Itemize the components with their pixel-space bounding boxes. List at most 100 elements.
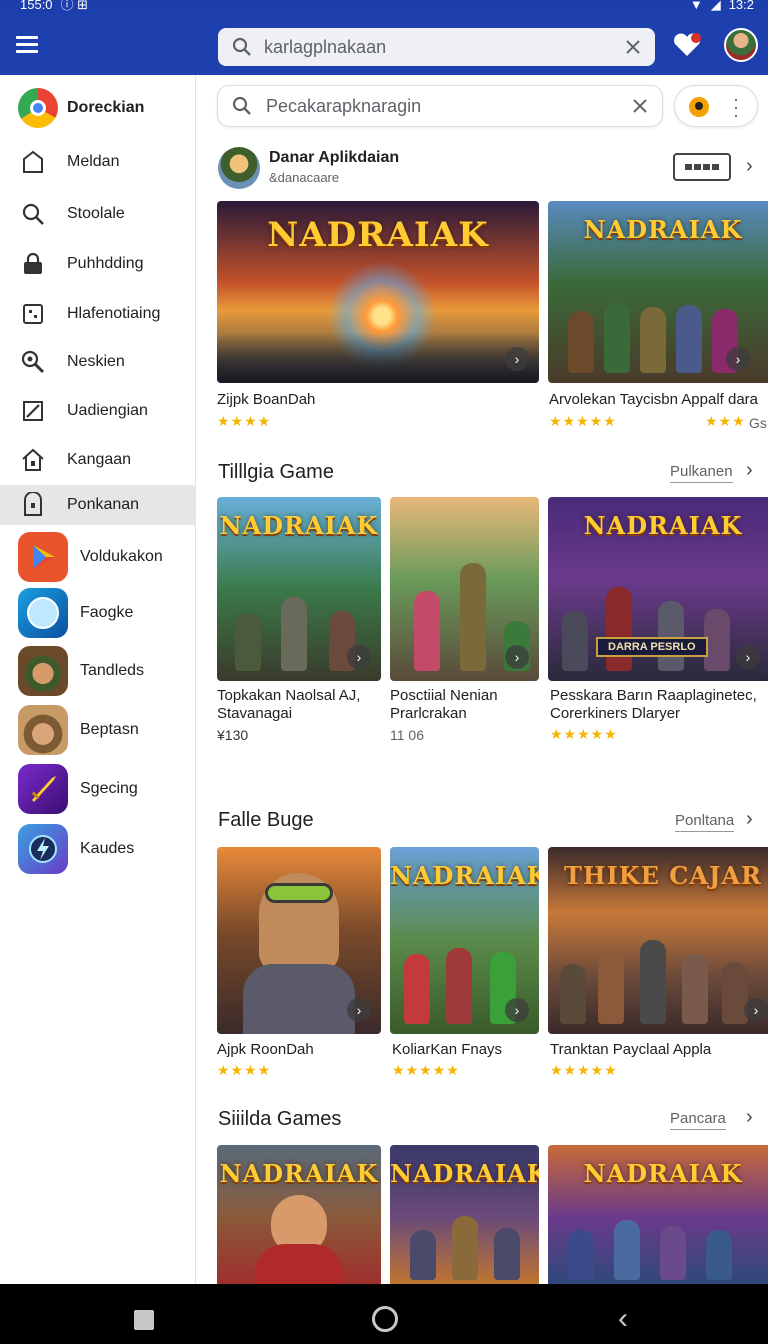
rating-text: ¥130: [217, 727, 249, 743]
play-icon[interactable]: ›: [347, 998, 371, 1022]
top-search-input[interactable]: karlagplnakaan: [264, 37, 625, 58]
game-logo: NADRAIAK: [267, 215, 489, 255]
wishlist-heart-icon[interactable]: [672, 32, 702, 58]
game-card[interactable]: NADRAIAK DARRA PESRLO ›: [548, 497, 768, 681]
sidebar-item-meldan[interactable]: Meldan: [0, 141, 196, 183]
card-subtitle: Corerkiners Dlaryer: [550, 705, 681, 722]
calendar-icon: [23, 304, 43, 324]
sidebar-item-puhhdding[interactable]: Puhhdding: [0, 243, 196, 285]
grid-view-icon[interactable]: [673, 153, 731, 181]
rating-stars: ★★★★★: [392, 1062, 460, 1078]
badge-icon: [24, 492, 42, 516]
card-title[interactable]: Ajpk RoonDah: [217, 1041, 314, 1059]
game-banner: DARRA PESRLO: [596, 637, 708, 657]
card-subtitle: Stavanagai: [217, 705, 293, 722]
chrome-icon: [18, 88, 58, 128]
game-card[interactable]: NADRAIAK: [217, 1145, 381, 1284]
rating-stars-secondary: ★★★: [705, 413, 746, 429]
chevron-right-icon[interactable]: ›: [746, 459, 753, 482]
more-vert-icon[interactable]: · · ·: [733, 90, 739, 124]
game-card[interactable]: NADRAIAK ›: [217, 497, 381, 681]
sidebar-item-kangaan[interactable]: Kangaan: [0, 439, 196, 481]
sidebar-item-hlafenotiaing[interactable]: Hlafenotiaing: [0, 293, 196, 335]
main-search-bar[interactable]: Pecakarapknaragin: [217, 85, 663, 127]
card-title[interactable]: Arvolekan Taycisbn Appalf dara: [549, 391, 758, 409]
game-logo: NADRAIAK: [219, 1159, 379, 1188]
card-title[interactable]: Tranktan Payclaal Appla: [550, 1041, 711, 1059]
rating-stars: ★★★★★: [549, 413, 617, 429]
signal-icon: ◢: [710, 0, 721, 12]
developer-name[interactable]: Danar Aplikdaian: [269, 149, 399, 167]
card-title[interactable]: Zijpk BoanDah: [217, 391, 315, 409]
section-more-link[interactable]: Pancara: [670, 1110, 726, 1130]
featured-card-2[interactable]: NADRAIAK ›: [548, 201, 768, 383]
sidebar-app-label: Tandleds: [80, 662, 145, 679]
options-pill[interactable]: · · ·: [674, 85, 758, 127]
home-nav-icon[interactable]: [372, 1306, 398, 1332]
explorer-avatar-icon: [18, 646, 68, 696]
featured-card-1[interactable]: NADRAIAK ›: [217, 201, 539, 383]
chevron-right-icon[interactable]: ›: [746, 808, 753, 831]
clear-icon[interactable]: [632, 98, 648, 114]
rating-suffix: Gs: [749, 415, 767, 431]
sidebar-app-faogke[interactable]: Faogke: [0, 588, 196, 638]
card-title[interactable]: KoliarKan Fnays: [392, 1041, 502, 1059]
section-more-link[interactable]: Ponltana: [675, 812, 735, 832]
sidebar-app-sgecing[interactable]: Sgecing: [0, 764, 196, 814]
play-icon[interactable]: ›: [505, 347, 529, 371]
developer-avatar[interactable]: [218, 147, 260, 189]
game-card[interactable]: NADRAIAK: [548, 1145, 768, 1284]
game-logo: NADRAIAK: [583, 215, 743, 244]
chevron-right-icon[interactable]: ›: [746, 1106, 753, 1129]
sidebar-app-kaudes[interactable]: Kaudes: [0, 824, 196, 874]
card-title[interactable]: Pesskara Barın Raaplaginetec,: [550, 687, 757, 705]
main-search-input[interactable]: Pecakarapknaragin: [266, 96, 632, 117]
card-title[interactable]: Posctiial Nenian: [390, 687, 498, 705]
section-title: Siiilda Games: [218, 1108, 342, 1130]
search-icon: [232, 37, 251, 56]
play-icon[interactable]: ›: [726, 347, 750, 371]
game-logo: NADRAIAK: [583, 1159, 743, 1188]
explorer-avatar-icon: [18, 705, 68, 755]
game-card[interactable]: NADRAIAK ›: [390, 847, 539, 1034]
mascot-icon[interactable]: [689, 97, 709, 117]
game-card[interactable]: NADRAIAK: [390, 1145, 539, 1284]
sidebar-app-beptasn[interactable]: Beptasn: [0, 705, 196, 755]
lightning-icon: [18, 824, 68, 874]
play-icon[interactable]: ›: [347, 645, 371, 669]
sidebar-profile-label: Doreckian: [67, 99, 145, 116]
sidebar-app-tandleds[interactable]: Tandleds: [0, 646, 196, 696]
sidebar-app-voldukakon[interactable]: Voldukakon: [0, 532, 196, 582]
sidebar-item-ponkanan[interactable]: Ponkanan: [0, 485, 196, 525]
play-icon[interactable]: ›: [505, 998, 529, 1022]
system-nav-bar: ‹: [0, 1284, 768, 1344]
game-card[interactable]: THIKE CAJAR ›: [548, 847, 768, 1034]
sidebar-profile[interactable]: Doreckian: [0, 85, 196, 131]
game-card[interactable]: ›: [217, 847, 381, 1034]
game-card[interactable]: ›: [390, 497, 539, 681]
sword-icon: [18, 764, 68, 814]
play-icon[interactable]: ›: [505, 645, 529, 669]
section-more-link[interactable]: Pulkanen: [670, 463, 733, 483]
section-title: Falle Buge: [218, 809, 314, 831]
sidebar-item-label: Uadiengian: [67, 402, 148, 419]
rating-stars: ★★★★: [217, 413, 272, 429]
recents-icon[interactable]: [134, 1310, 154, 1330]
main-content: Pecakarapknaragin · · · Danar Aplikdaian &…: [196, 75, 768, 1284]
sidebar-item-neskien[interactable]: Neskien: [0, 341, 196, 383]
clear-icon[interactable]: [625, 39, 641, 55]
card-title[interactable]: Topkakan Naolsal AJ,: [217, 687, 360, 705]
play-icon[interactable]: ›: [736, 645, 760, 669]
user-avatar[interactable]: [724, 28, 758, 62]
sidebar-item-stoolale[interactable]: Stoolale: [0, 193, 196, 235]
sidebar-item-label: Hlafenotiaing: [67, 305, 161, 322]
back-icon[interactable]: ‹: [618, 1304, 628, 1334]
play-icon[interactable]: ›: [744, 998, 768, 1022]
game-logo: NADRAIAK: [390, 861, 539, 890]
top-search-bar[interactable]: karlagplnakaan: [218, 28, 655, 66]
menu-icon[interactable]: [16, 36, 38, 54]
chevron-right-icon[interactable]: ›: [746, 155, 753, 178]
sidebar-item-uadiengian[interactable]: Uadiengian: [0, 390, 196, 432]
game-logo: NADRAIAK: [390, 1159, 539, 1188]
search-icon: [22, 203, 44, 225]
